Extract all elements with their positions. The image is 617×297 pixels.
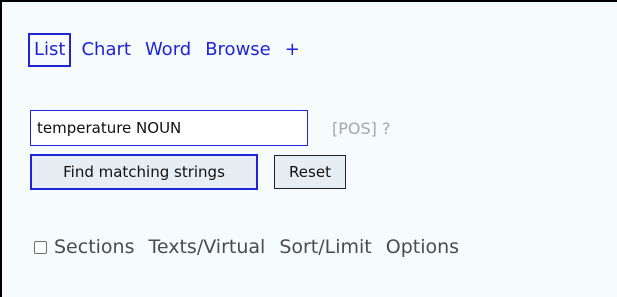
pos-hint[interactable]: [POS] ? [332,119,390,138]
sections-label[interactable]: Sections [54,236,135,258]
reset-button[interactable]: Reset [274,155,346,189]
tab-browse[interactable]: Browse [205,38,271,62]
find-matching-strings-button[interactable]: Find matching strings [30,154,258,190]
mode-tabs: List Chart Word Browse + [28,32,300,68]
texts-virtual-link[interactable]: Texts/Virtual [149,236,266,258]
tab-more[interactable]: + [285,38,300,62]
tab-chart[interactable]: Chart [81,38,130,62]
sort-limit-link[interactable]: Sort/Limit [279,236,371,258]
tab-word[interactable]: Word [145,38,191,62]
search-input[interactable] [30,110,308,146]
query-panel: List Chart Word Browse + [POS] ? Find ma… [0,0,617,297]
options-row: Sections Texts/Virtual Sort/Limit Option… [34,236,459,258]
sections-checkbox[interactable] [34,240,47,254]
action-buttons: Find matching strings Reset [30,154,346,190]
tab-list[interactable]: List [28,33,72,67]
search-row: [POS] ? [30,110,390,146]
options-link[interactable]: Options [386,236,459,258]
